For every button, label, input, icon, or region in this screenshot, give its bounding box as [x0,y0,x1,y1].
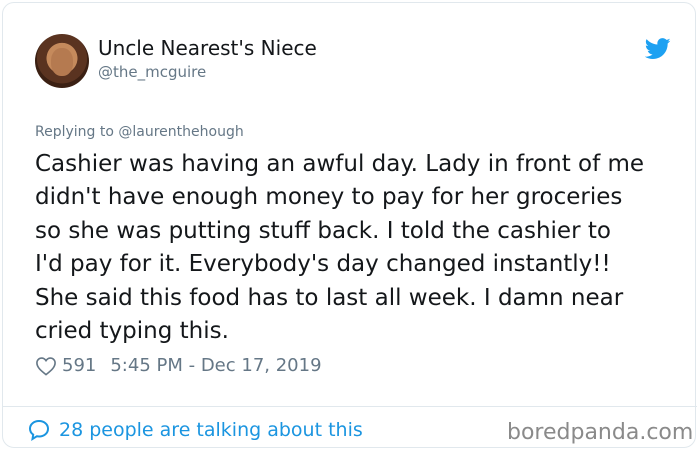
tweet-card: Uncle Nearest's Niece @the_mcguire Reply… [2,2,697,448]
timestamp[interactable]: 5:45 PM - Dec 17, 2019 [110,355,321,376]
watermark: boredpanda.com [507,420,694,445]
replying-to: Replying to @laurenthehough [35,124,244,140]
like-count: 591 [62,355,97,376]
speech-bubble-icon [28,419,50,442]
author-handle[interactable]: @the_mcguire [98,63,206,81]
author-name[interactable]: Uncle Nearest's Niece [98,36,317,60]
divider [3,406,697,407]
replying-prefix: Replying to [35,124,114,140]
heart-icon[interactable] [35,356,57,376]
avatar[interactable] [35,34,89,88]
tweet-meta: 591 5:45 PM - Dec 17, 2019 [35,355,322,376]
tweet-text: Cashier was having an awful day. Lady in… [35,151,645,345]
reply-user-link[interactable]: @laurenthehough [118,124,243,140]
twitter-bird-icon[interactable] [645,38,671,60]
conversation-link[interactable]: 28 people are talking about this [27,418,363,442]
talking-count-label: 28 people are talking about this [59,419,363,441]
